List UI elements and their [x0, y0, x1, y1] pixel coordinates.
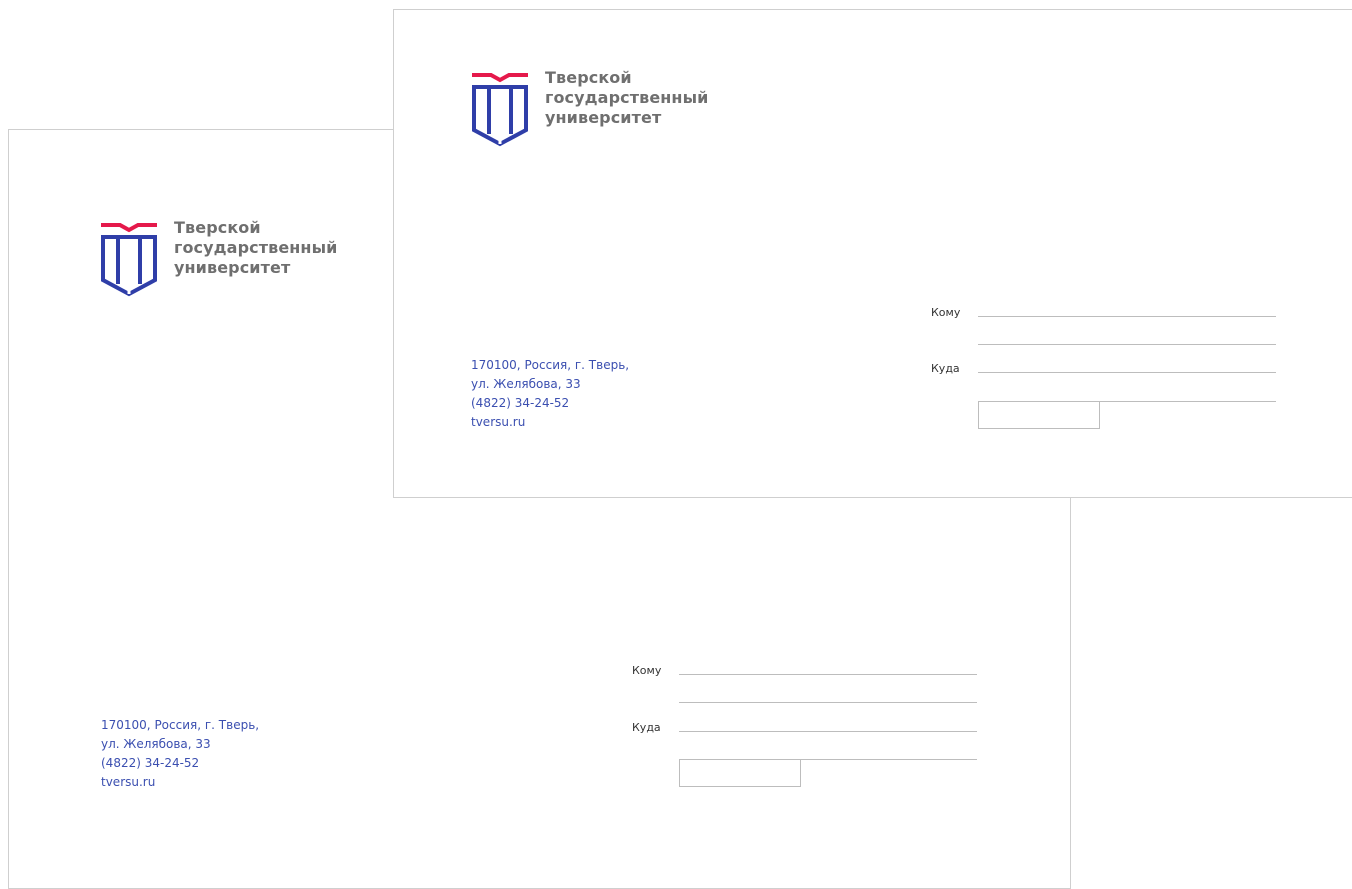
- to-label: Кому: [931, 306, 961, 319]
- sender-address: 170100, Россия, г. Тверь, ул. Желябова, …: [101, 716, 259, 792]
- where-line: [679, 731, 977, 732]
- where-label: Куда: [931, 362, 960, 375]
- address-line: 170100, Россия, г. Тверь,: [471, 358, 630, 372]
- to-label: Кому: [632, 664, 662, 677]
- shield-logo-icon: [101, 223, 157, 297]
- university-logo: Тверской государственный университет: [471, 68, 708, 148]
- address-phone: (4822) 34-24-52: [101, 756, 200, 770]
- university-logo: Тверской государственный университет: [100, 218, 337, 298]
- to-line-2: [679, 702, 977, 703]
- logo-line-2: государственный: [545, 88, 709, 107]
- address-website: tversu.ru: [471, 415, 526, 429]
- address-line: ул. Желябова, 33: [471, 377, 581, 391]
- postcode-box: [679, 760, 801, 787]
- logo-line-3: университет: [545, 108, 662, 127]
- to-line: [978, 316, 1276, 317]
- sender-address: 170100, Россия, г. Тверь, ул. Желябова, …: [471, 356, 629, 432]
- recipient-block: Кому Куда: [632, 660, 977, 787]
- logo-line-3: университет: [174, 258, 291, 277]
- shield-logo-icon: [472, 73, 528, 147]
- logo-line-1: Тверской: [174, 218, 261, 237]
- address-website: tversu.ru: [101, 775, 156, 789]
- to-line-2: [978, 344, 1276, 345]
- postcode-box: [978, 402, 1100, 429]
- address-line: ул. Желябова, 33: [101, 737, 211, 751]
- where-label: Куда: [632, 721, 661, 734]
- where-line: [978, 372, 1276, 373]
- to-line: [679, 674, 977, 675]
- logo-line-1: Тверской: [545, 68, 632, 87]
- logo-wordmark: Тверской государственный университет: [174, 218, 337, 278]
- logo-line-2: государственный: [174, 238, 338, 257]
- recipient-block: Кому Куда: [931, 302, 1276, 429]
- address-phone: (4822) 34-24-52: [471, 396, 570, 410]
- envelope-front: Тверской государственный университет 170…: [393, 9, 1352, 498]
- address-line: 170100, Россия, г. Тверь,: [101, 718, 260, 732]
- logo-wordmark: Тверской государственный университет: [545, 68, 708, 128]
